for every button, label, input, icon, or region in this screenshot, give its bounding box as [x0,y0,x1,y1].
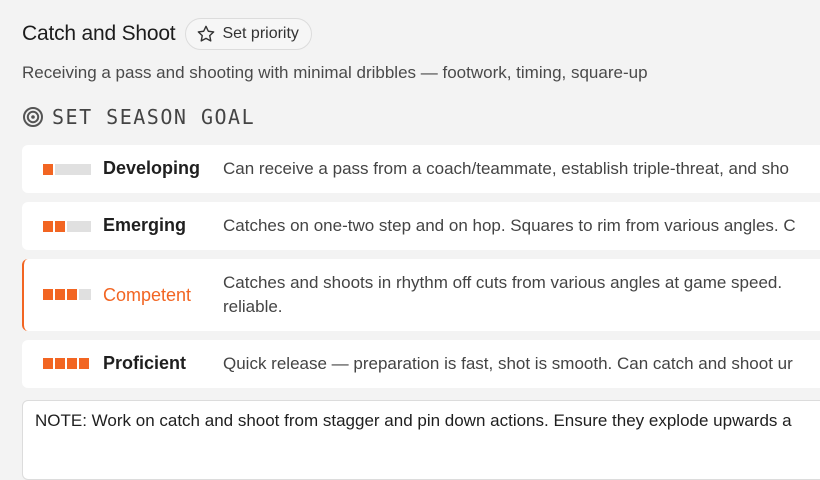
set-season-goal-label: SET SEASON GOAL [52,105,256,129]
header: Catch and Shoot Set priority [22,18,312,50]
level-description: Catches on one-two step and on hop. Squa… [223,216,796,235]
note-text: NOTE: Work on catch and shoot from stagg… [35,411,792,430]
note-field[interactable]: NOTE: Work on catch and shoot from stagg… [22,400,820,480]
star-outline-icon [198,25,215,42]
level-option-competent[interactable]: Competent Catches and shoots in rhythm o… [22,259,820,331]
level-bars [43,164,91,175]
level-bar [67,358,77,369]
level-description: Catches and shoots in rhythm off cuts fr… [223,273,783,292]
level-description: Can receive a pass from a coach/teammate… [223,159,790,178]
level-bar [79,289,91,300]
level-name: Competent [103,285,192,305]
level-name: Emerging [103,215,187,235]
level-bar [55,221,65,232]
set-priority-label: Set priority [222,25,299,42]
level-bar [55,164,91,175]
level-bar [55,289,65,300]
level-option-developing[interactable]: Developing Can receive a pass from a coa… [22,145,820,193]
level-bar [67,221,91,232]
page-title: Catch and Shoot [22,22,176,45]
target-icon [23,107,43,127]
level-option-proficient[interactable]: Proficient Quick release — preparation i… [22,340,820,388]
level-bar [43,358,53,369]
level-name: Proficient [103,353,187,373]
level-bar [43,289,53,300]
level-bar [43,164,53,175]
level-bars [43,221,91,232]
level-description-continued: reliable. [223,297,283,316]
set-priority-button[interactable]: Set priority [185,18,312,50]
level-name: Developing [103,158,201,178]
level-bar [67,289,77,300]
level-bar [79,358,89,369]
level-option-emerging[interactable]: Emerging Catches on one-two step and on … [22,202,820,250]
level-bar [55,358,65,369]
skill-description: Receiving a pass and shooting with minim… [22,63,648,82]
level-bar [43,221,53,232]
level-bars [43,289,91,300]
set-season-goal-button[interactable]: SET SEASON GOAL [22,105,255,129]
level-description: Quick release — preparation is fast, sho… [223,354,793,373]
level-bars [43,358,89,369]
